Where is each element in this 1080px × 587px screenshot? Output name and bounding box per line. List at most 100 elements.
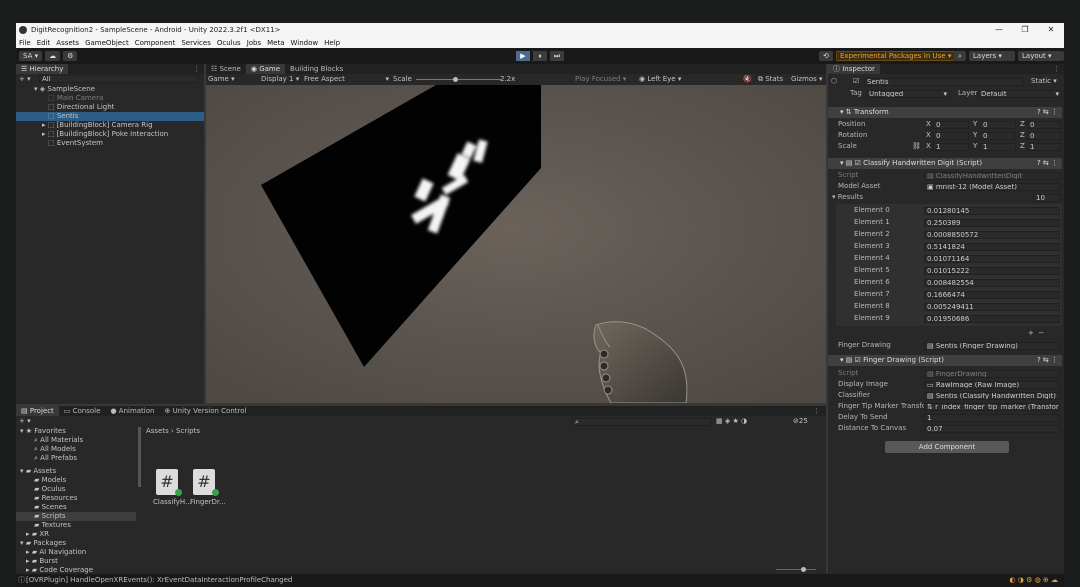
maximize-button[interactable]: ❐ [1012,23,1038,37]
tab-game[interactable]: ◉ Game [245,64,286,74]
favorite-item[interactable]: ⌕ All Materials [34,436,83,445]
play-button[interactable]: ▶ [516,51,530,61]
menu-gameobject[interactable]: GameObject [85,39,129,47]
pause-button[interactable]: ⏸ [533,51,547,61]
add-component-button[interactable]: Add Component [885,441,1009,453]
distance-to-canvas-field[interactable]: 0.07 [924,425,1060,433]
tab-project[interactable]: ▤ Project [16,406,59,416]
search-icon[interactable]: ⌕ [954,51,966,61]
package-item[interactable]: ▸ ▰ AI Navigation [26,548,86,557]
asset-folder-selected[interactable]: ▰ Scripts [16,512,136,521]
tag-dropdown[interactable]: Untagged ▾ [866,90,950,98]
asset-folder[interactable]: ▰ Scenes [34,503,67,512]
assets-foldout[interactable]: ▾ ▰ Assets [20,467,56,476]
script-file-label[interactable]: ClassifyH... [153,498,192,507]
play-focused-dropdown[interactable]: Play Focused ▾ [575,75,626,84]
asset-folder[interactable]: ▰ Models [34,476,66,485]
position-y-field[interactable]: 0 [980,121,1016,129]
hierarchy-search[interactable]: + ▾ All [19,75,203,84]
menu-window[interactable]: Window [291,39,319,47]
layers-dropdown[interactable]: Layers ▾ [969,51,1015,61]
menu-services[interactable]: Services [181,39,211,47]
menu-help[interactable]: Help [324,39,340,47]
breadcrumb[interactable]: Assets › Scripts [146,427,200,436]
asset-folder[interactable]: ▸ ▰ XR [26,530,49,539]
results-foldout[interactable]: ▾ Results [832,193,863,202]
hierarchy-item[interactable]: ▸ ⬚ [BuildingBlock] Poke Interaction [42,130,168,139]
aspect-dropdown[interactable]: Free Aspect ▾ [304,75,389,84]
asset-folder[interactable]: ▰ Resources [34,494,77,503]
history-icon[interactable]: ⟲ [819,51,833,61]
gizmos-dropdown[interactable]: Gizmos ▾ [791,75,823,84]
hierarchy-search-field[interactable]: All [39,75,199,83]
static-toggle[interactable]: Static ▾ [1031,77,1057,86]
package-item[interactable]: ▸ ▰ Burst [26,557,58,566]
transform-header[interactable]: ▾ ⇅ Transform? ⇆ ⋮ [828,107,1062,118]
position-z-field[interactable]: 0 [1027,121,1061,129]
element-value-field[interactable]: 0.01015222 [924,267,1060,275]
script-file-label[interactable]: FingerDr... [190,498,226,507]
scale-slider[interactable] [416,77,501,82]
element-value-field[interactable]: 0.01071164 [924,255,1060,263]
menu-jobs[interactable]: Jobs [247,39,261,47]
menu-oculus[interactable]: Oculus [217,39,241,47]
minimize-button[interactable]: — [986,23,1012,37]
game-mode-dropdown[interactable]: Game ▾ [208,75,235,84]
classify-component-header[interactable]: ▾ ▤ ☑ Classify Handwritten Digit (Script… [828,158,1062,169]
element-value-field[interactable]: 0.005249411 [924,303,1060,311]
constrain-proportions-icon[interactable]: ⛓ [912,142,921,151]
filter-icons[interactable]: ▦ ◈ ★ ◑ [716,417,747,426]
tab-scene[interactable]: ☷ Scene [206,64,246,74]
asset-folder[interactable]: ▰ Textures [34,521,71,530]
rotation-x-field[interactable]: 0 [933,132,969,140]
favorite-item[interactable]: ⌕ All Models [34,445,76,454]
eye-dropdown[interactable]: ◉ Left Eye ▾ [639,75,681,84]
hierarchy-tab[interactable]: ☰ Hierarchy [16,64,69,74]
stats-button[interactable]: ⧉ Stats [758,75,783,84]
finger-drawing-component-header[interactable]: ▾ ▤ ☑ Finger Drawing (Script)? ⇆ ⋮ [828,355,1062,366]
tab-version-control[interactable]: ⊕ Unity Version Control [159,406,251,416]
cloud-icon[interactable]: ☁ [45,51,61,61]
finger-drawing-field[interactable]: ▤ Sentis (Finger Drawing) [924,342,1060,350]
project-search-field[interactable]: ⌕ [572,418,712,426]
packages-foldout[interactable]: ▾ ▰ Packages [20,539,66,548]
list-add-remove-buttons[interactable]: + − [1028,329,1044,338]
hidden-count-icon[interactable]: ⊘25 [793,417,808,426]
status-message[interactable]: [OVRPlugin] HandleOpenXREvents(): XrEven… [26,576,292,584]
tab-console[interactable]: ▭ Console [59,406,106,416]
favorite-item[interactable]: ⌕ All Prefabs [34,454,77,463]
create-button[interactable]: + ▾ [19,417,31,426]
element-value-field[interactable]: 0.0008850572 [924,231,1060,239]
account-dropdown[interactable]: SA ▾ [19,51,43,61]
scale-z-field[interactable]: 1 [1027,143,1061,151]
layout-dropdown[interactable]: Layout ▾ [1018,51,1064,61]
step-button[interactable]: ⏭ [550,51,564,61]
element-value-field[interactable]: 0.01950686 [924,315,1060,323]
scale-y-field[interactable]: 1 [980,143,1016,151]
scene-row[interactable]: ▾ ◈ SampleScene [34,85,95,94]
icon-size-slider[interactable] [776,567,816,572]
object-name-field[interactable]: Sentis [864,78,1024,86]
scale-x-field[interactable]: 1 [933,143,969,151]
menu-meta[interactable]: Meta [267,39,284,47]
menu-assets[interactable]: Assets [56,39,79,47]
position-x-field[interactable]: 0 [933,121,969,129]
display-image-field[interactable]: ▭ RawImage (Raw Image) [924,381,1060,389]
close-button[interactable]: ✕ [1038,23,1064,37]
element-value-field[interactable]: 0.01280145 [924,207,1060,215]
add-icon[interactable]: + ▾ [19,75,31,83]
element-value-field[interactable]: 0.008482554 [924,279,1060,287]
hierarchy-item[interactable]: ▸ ⬚ [BuildingBlock] Camera Rig [42,121,153,130]
element-value-field[interactable]: 0.5141824 [924,243,1060,251]
favorites-foldout[interactable]: ▾ ★ Favorites [20,427,66,436]
hierarchy-item-selected[interactable]: ⬚ Sentis [16,112,204,121]
tab-building-blocks[interactable]: Building Blocks [285,64,348,74]
tab-animation[interactable]: ● Animation [105,406,159,416]
display-dropdown[interactable]: Display 1 ▾ [261,75,299,84]
menu-edit[interactable]: Edit [37,39,51,47]
asset-folder[interactable]: ▰ Oculus [34,485,65,494]
hierarchy-item[interactable]: ⬚ EventSystem [48,139,103,148]
hierarchy-item[interactable]: ⬚ Main Camera [48,94,103,103]
results-size-field[interactable]: 10 [1033,194,1061,202]
scale-slider-handle[interactable] [453,77,458,82]
